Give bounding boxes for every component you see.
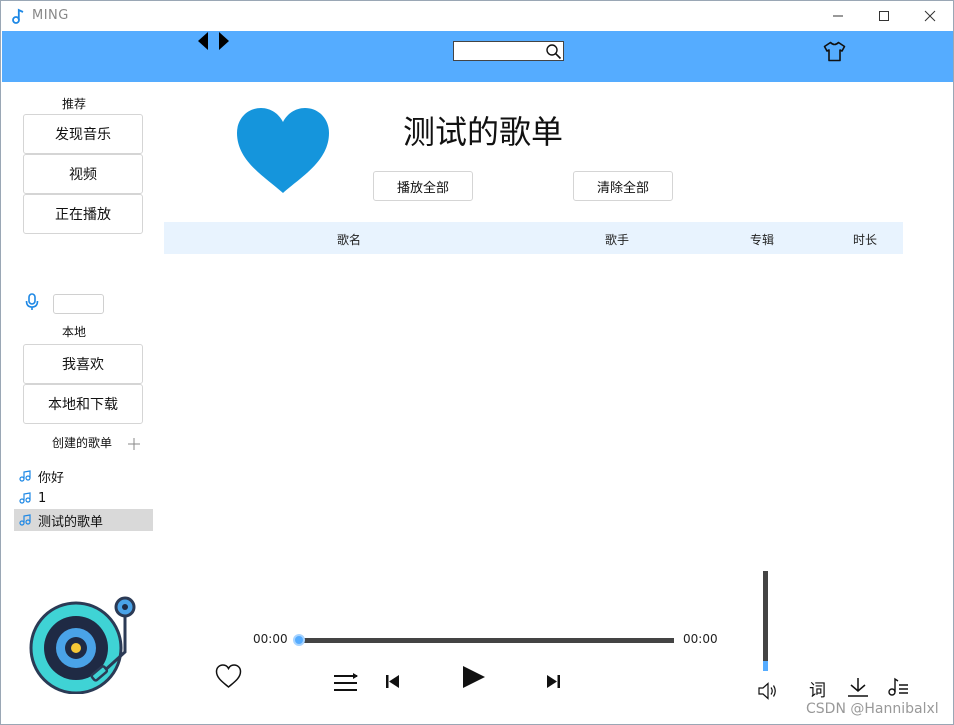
music-note-icon bbox=[19, 470, 31, 482]
playlist-name: 你好 bbox=[38, 470, 65, 486]
column-duration[interactable]: 时长 bbox=[853, 231, 877, 248]
microphone-icon[interactable] bbox=[25, 293, 39, 311]
skin-tshirt-icon[interactable] bbox=[823, 41, 846, 62]
add-playlist-icon[interactable] bbox=[128, 438, 140, 450]
column-song-name[interactable]: 歌名 bbox=[337, 231, 361, 248]
playlist-item-selected[interactable]: 测试的歌单 bbox=[14, 509, 153, 531]
playlist-name: 测试的歌单 bbox=[38, 514, 104, 530]
song-table-header: 歌名 歌手 专辑 时长 bbox=[164, 222, 903, 254]
back-arrow-icon[interactable] bbox=[198, 32, 208, 50]
volume-speaker-icon[interactable] bbox=[758, 682, 778, 700]
play-mode-list-icon[interactable] bbox=[333, 673, 358, 693]
next-track-icon[interactable] bbox=[546, 674, 561, 689]
music-note-icon bbox=[19, 514, 31, 526]
music-note-app-icon bbox=[12, 8, 24, 24]
sidebar: 推荐 发现音乐 视频 正在播放 本地 我喜欢 本地和下载 创建的歌单 你好 1 … bbox=[2, 82, 162, 582]
clear-all-button[interactable]: 清除全部 bbox=[573, 171, 673, 201]
playlist-queue-icon[interactable] bbox=[887, 677, 909, 697]
search-box bbox=[453, 41, 564, 61]
close-icon bbox=[924, 10, 936, 22]
top-header-bar bbox=[2, 31, 953, 82]
column-album[interactable]: 专辑 bbox=[750, 231, 774, 248]
sidebar-item-local-downloads[interactable]: 本地和下载 bbox=[23, 384, 143, 424]
volume-slider[interactable] bbox=[763, 571, 768, 671]
like-heart-icon[interactable] bbox=[215, 664, 242, 689]
play-icon[interactable] bbox=[461, 665, 486, 689]
playlist-name: 1 bbox=[38, 490, 47, 506]
sidebar-item-video[interactable]: 视频 bbox=[23, 154, 143, 194]
current-time: 00:00 bbox=[253, 632, 288, 646]
previous-track-icon[interactable] bbox=[385, 674, 400, 689]
window-title: MING bbox=[32, 8, 69, 23]
maximize-icon bbox=[879, 11, 889, 21]
vinyl-record-icon bbox=[29, 596, 136, 694]
maximize-button[interactable] bbox=[861, 1, 907, 31]
playlist-title: 测试的歌单 bbox=[403, 113, 564, 151]
column-singer[interactable]: 歌手 bbox=[605, 231, 629, 248]
search-input[interactable] bbox=[456, 43, 542, 59]
recommend-section-label: 推荐 bbox=[62, 97, 87, 111]
minimize-icon bbox=[833, 15, 843, 17]
lyrics-button[interactable]: 词 bbox=[809, 676, 826, 701]
search-icon[interactable] bbox=[545, 43, 562, 60]
progress-handle[interactable] bbox=[293, 634, 305, 646]
sidebar-item-my-favorites[interactable]: 我喜欢 bbox=[23, 344, 143, 384]
music-note-icon bbox=[19, 492, 31, 504]
title-bar: MING bbox=[1, 1, 953, 31]
watermark-text: CSDN @Hannibalxl bbox=[806, 701, 939, 717]
download-icon[interactable] bbox=[847, 677, 869, 697]
voice-input-field[interactable] bbox=[53, 294, 104, 314]
forward-arrow-icon[interactable] bbox=[219, 32, 229, 50]
minimize-button[interactable] bbox=[815, 1, 861, 31]
sidebar-item-now-playing[interactable]: 正在播放 bbox=[23, 194, 143, 234]
total-time: 00:00 bbox=[683, 632, 718, 646]
playlist-item[interactable]: 你好 bbox=[14, 465, 153, 487]
sidebar-item-discover-music[interactable]: 发现音乐 bbox=[23, 114, 143, 154]
progress-bar[interactable] bbox=[299, 638, 674, 643]
play-all-button[interactable]: 播放全部 bbox=[373, 171, 473, 201]
playlist-item[interactable]: 1 bbox=[14, 487, 153, 509]
playlist-cover-heart-icon bbox=[237, 108, 329, 193]
volume-level bbox=[763, 661, 768, 671]
local-section-label: 本地 bbox=[62, 325, 87, 339]
app-window: MING 推荐 发现音乐 视频 正在播放 本地 我喜欢 本地和下载 创建的歌单 … bbox=[0, 0, 954, 725]
created-playlists-label: 创建的歌单 bbox=[52, 436, 113, 450]
close-button[interactable] bbox=[907, 1, 953, 31]
